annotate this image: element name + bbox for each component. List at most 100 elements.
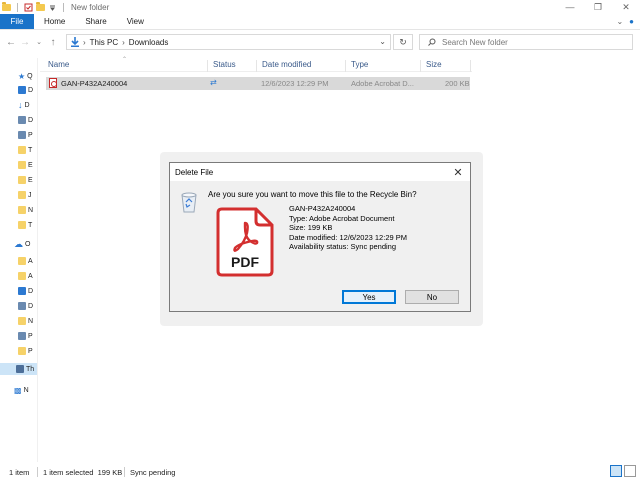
detail-type: Type: Adobe Acrobat Document [289,213,395,223]
refresh-icon[interactable]: ↻ [393,34,413,50]
detail-availability: Availability status: Sync pending [289,242,397,251]
search-input[interactable] [442,37,622,47]
help-icon[interactable]: ● [629,17,634,26]
column-type[interactable]: Type [346,60,421,72]
separator [63,2,64,12]
nav-item-label: D [28,287,34,295]
nav-item-network[interactable]: ▩ N [14,384,34,396]
download-icon [71,37,79,47]
address-bar[interactable]: › This PC › Downloads ⌄ [66,34,391,50]
search-box[interactable] [419,34,633,50]
nav-item-this-pc[interactable]: Th [0,363,37,375]
nav-item-documents[interactable]: D [18,114,37,126]
pictures-icon [18,131,26,139]
yes-button[interactable]: Yes [342,290,396,304]
nav-item-folder[interactable]: J [18,189,37,201]
desktop-icon [18,287,26,295]
tab-file[interactable]: File [0,14,34,29]
separator [17,2,18,12]
file-explorer-window: New folder — ❐ ✕ File Home Share View ⌄ … [0,0,640,480]
nav-item-folder[interactable]: E [18,174,37,186]
nav-item-quick-access[interactable]: ★ Q [18,70,37,82]
pc-icon [16,365,24,373]
pdf-document-icon: PDF [216,207,274,277]
nav-item-label: T [28,146,33,154]
column-status[interactable]: Status [208,60,257,72]
nav-item-folder[interactable]: N [18,204,37,216]
up-icon[interactable]: ↑ [46,33,60,51]
column-date-modified[interactable]: Date modified [257,60,346,72]
nav-item-folder[interactable]: E [18,159,37,171]
recycle-bin-icon [181,192,197,213]
nav-item-folder[interactable]: P [18,345,37,357]
minimize-icon[interactable]: — [556,0,584,14]
desktop-icon [18,86,26,94]
nav-item-label: A [28,257,33,265]
forward-icon[interactable]: → [18,33,32,51]
maximize-icon[interactable]: ❐ [584,0,612,14]
folder-icon [18,161,26,169]
sync-pending-icon: ⇄ [210,78,217,87]
breadcrumb-separator: › [122,37,125,47]
nav-item-desktop[interactable]: D [18,285,37,297]
customize-toolbar-icon[interactable] [48,3,57,12]
table-row[interactable]: GAN-P432A240004 ⇄ 12/6/2023 12:29 PM Ado… [46,77,470,90]
nav-item-folder[interactable]: A [18,270,37,282]
expand-ribbon-icon[interactable]: ⌄ [616,17,623,26]
recent-locations-icon[interactable]: ⌄ [32,33,46,51]
navigation-bar: ← → ⌄ ↑ › This PC › Downloads ⌄ ↻ [0,31,640,53]
detail-file-name: GAN-P432A240004 [289,204,356,213]
download-icon: ↓ [18,100,23,110]
folder-icon [18,221,26,229]
tab-view[interactable]: View [117,14,154,29]
nav-item-folder[interactable]: A [18,255,37,267]
nav-item-pictures[interactable]: P [18,330,37,342]
nav-item-label: N [28,206,34,214]
nav-item-label: P [28,332,33,340]
breadcrumb-separator: › [83,37,86,47]
details-view-icon[interactable] [610,465,622,477]
nav-item-desktop[interactable]: D [18,84,37,96]
nav-item-folder[interactable]: T [18,219,37,231]
file-size: 200 KB [445,79,470,88]
file-list-header: ⌃ Name Status Date modified Type Size [40,57,472,72]
nav-item-folder[interactable]: N [18,315,37,327]
nav-item-documents[interactable]: D [18,300,37,312]
selection-info: 1 item selected 199 KB [43,468,123,477]
nav-item-onedrive[interactable]: ☁ O [14,238,34,250]
close-icon[interactable]: ✕ [450,164,466,180]
column-name[interactable]: Name [43,60,208,72]
tab-share[interactable]: Share [75,14,116,29]
properties-icon[interactable] [24,3,33,12]
nav-item-downloads[interactable]: ↓ D [18,99,37,111]
no-button[interactable]: No [405,290,459,304]
nav-item-label: N [23,386,29,394]
nav-item-label: E [28,161,33,169]
large-icons-view-icon[interactable] [624,465,636,477]
tab-home[interactable]: Home [34,14,75,29]
folder-icon [18,146,26,154]
pictures-icon [18,332,26,340]
nav-item-label: D [28,86,34,94]
folder-icon [18,317,26,325]
back-icon[interactable]: ← [4,33,18,51]
nav-item-label: P [28,131,33,139]
nav-item-folder[interactable]: T [18,144,37,156]
folder-icon [2,2,11,11]
file-date: 12/6/2023 12:29 PM [261,79,329,88]
quick-access-toolbar: New folder [0,2,109,12]
folder-icon [18,191,26,199]
search-icon [428,38,436,46]
column-size[interactable]: Size [421,60,471,72]
breadcrumb-downloads[interactable]: Downloads [129,38,169,47]
chevron-down-icon[interactable]: ⌄ [379,37,386,46]
breadcrumb-this-pc[interactable]: This PC [90,38,118,47]
navigation-pane: ★ Q D ↓ D D P T E E J N T ☁ O A A D D N P … [0,58,38,462]
close-icon[interactable]: ✕ [612,0,640,14]
new-folder-icon[interactable] [36,2,45,11]
nav-item-label: P [28,347,33,355]
title-bar: New folder — ❐ ✕ [0,0,640,14]
nav-item-pictures[interactable]: P [18,129,37,141]
file-name: GAN-P432A240004 [61,79,128,88]
ribbon-right-controls: ⌄ ● [616,14,640,29]
